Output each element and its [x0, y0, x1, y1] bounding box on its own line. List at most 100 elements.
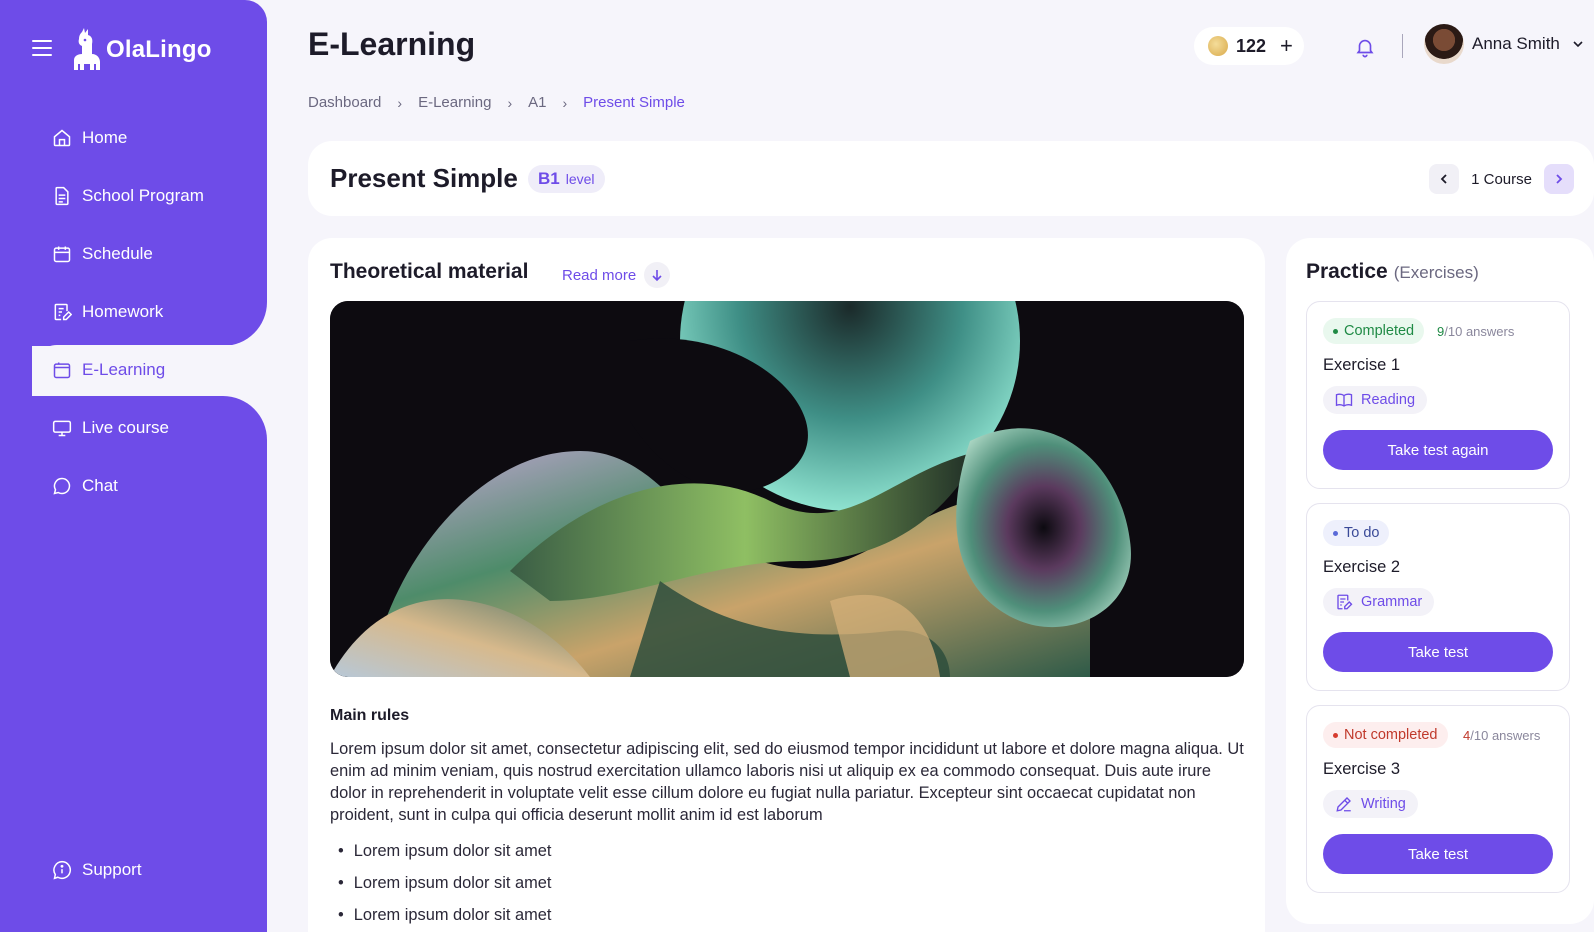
answers-count: 4/10 answers — [1463, 728, 1540, 743]
take-test-again-button[interactable]: Take test again — [1323, 430, 1553, 470]
coins-balance: 122 + — [1194, 27, 1304, 65]
course-pager: 1 Course — [1429, 164, 1574, 194]
take-test-button[interactable]: Take test — [1323, 632, 1553, 672]
theory-paragraph: Lorem ipsum dolor sit amet, consectetur … — [330, 740, 1244, 824]
status-label: Not completed — [1344, 727, 1438, 743]
homework-icon — [54, 303, 72, 321]
sidebar-item-school-program[interactable]: School Program — [32, 171, 267, 221]
answers-total: /10 — [1470, 728, 1489, 743]
abstract-shape-illustration — [330, 301, 1244, 677]
list-item: Lorem ipsum dolor sit amet — [330, 899, 552, 931]
coins-count: 122 — [1236, 35, 1267, 56]
practice-title-text: Practice — [1306, 260, 1388, 283]
home-icon — [53, 129, 71, 147]
bell-icon[interactable] — [1354, 36, 1376, 58]
logo[interactable]: OlaLingo — [72, 28, 212, 72]
user-name: Anna Smith — [1472, 34, 1560, 53]
logo-text: OlaLingo — [106, 36, 212, 63]
read-more-link[interactable]: Read more — [562, 262, 671, 288]
header-divider — [1402, 34, 1403, 58]
sidebar-item-chat[interactable]: Chat — [32, 461, 267, 511]
monitor-icon — [52, 420, 72, 437]
support-label: Support — [82, 860, 142, 879]
chat-icon — [53, 477, 71, 495]
menu-icon[interactable] — [32, 40, 52, 56]
status-dot-icon — [1333, 530, 1338, 536]
llama-icon — [74, 28, 100, 70]
coin-icon — [1208, 36, 1228, 56]
sidebar-item-schedule[interactable]: Schedule — [32, 229, 267, 279]
chevron-right-icon: › — [397, 94, 403, 111]
sidebar-item-label: Home — [82, 128, 128, 147]
level-code: B1 — [538, 169, 560, 188]
arrow-down-icon — [644, 262, 671, 288]
theory-card: Theoretical material Read more Main rule… — [308, 238, 1265, 932]
sidebar: OlaLingo Home School Program Schedule Ho… — [0, 0, 267, 932]
status-dot-icon — [1333, 328, 1338, 334]
sidebar-item-support[interactable]: Support — [52, 860, 142, 880]
answers-count: 9/10 answers — [1437, 324, 1514, 339]
chevron-left-icon — [1440, 174, 1447, 184]
skill-tag: Reading — [1323, 386, 1428, 414]
skill-tag: Writing — [1323, 790, 1418, 818]
exercise-card: To do Exercise 2 Grammar Take test — [1306, 503, 1570, 691]
sidebar-item-homework[interactable]: Homework — [32, 287, 267, 337]
next-course-button[interactable] — [1544, 164, 1574, 194]
skill-tag: Grammar — [1323, 588, 1435, 616]
sidebar-connector — [0, 346, 32, 396]
grammar-icon — [1337, 594, 1353, 610]
list-item: Lorem ipsum dolor sit amet — [330, 867, 552, 899]
status-label: Completed — [1344, 323, 1415, 339]
list-item: Lorem ipsum dolor sit amet — [330, 835, 552, 867]
skill-label: Writing — [1361, 796, 1406, 812]
course-label: 1 Course — [1471, 170, 1532, 188]
pen-icon — [1336, 797, 1351, 812]
skill-label: Grammar — [1361, 594, 1423, 610]
chevron-right-icon: › — [562, 94, 568, 111]
level-badge: B1 level — [528, 165, 605, 193]
theory-title: Theoretical material — [330, 260, 529, 283]
breadcrumb-dashboard[interactable]: Dashboard — [308, 94, 381, 111]
sidebar-nav: Home School Program Schedule Homework E-… — [32, 113, 267, 519]
rules-list: Lorem ipsum dolor sit amet Lorem ipsum d… — [330, 835, 552, 931]
sidebar-item-label: School Program — [82, 186, 204, 205]
sidebar-item-e-learning[interactable]: E-Learning — [32, 345, 267, 395]
status-badge: Not completed — [1323, 722, 1448, 748]
exercise-card: Not completed 4/10 answers Exercise 3 Wr… — [1306, 705, 1570, 893]
answers-word: answers — [1491, 728, 1541, 743]
answers-word: answers — [1465, 324, 1515, 339]
answers-total: /10 — [1444, 324, 1463, 339]
breadcrumb-a1[interactable]: A1 — [528, 94, 546, 111]
breadcrumb-e-learning[interactable]: E-Learning — [418, 94, 491, 111]
take-test-button[interactable]: Take test — [1323, 834, 1553, 874]
chevron-right-icon: › — [507, 94, 513, 111]
breadcrumb-current: Present Simple — [583, 94, 685, 111]
chevron-down-icon — [1573, 41, 1583, 48]
add-coins-button[interactable]: + — [1280, 33, 1293, 59]
sidebar-item-live-course[interactable]: Live course — [32, 403, 267, 453]
status-dot-icon — [1333, 732, 1338, 738]
sidebar-item-home[interactable]: Home — [32, 113, 267, 163]
practice-card: Practice (Exercises) Completed 9/10 answe… — [1286, 238, 1594, 924]
document-icon — [55, 186, 69, 206]
read-more-label: Read more — [562, 266, 637, 284]
exercise-name: Exercise 2 — [1323, 558, 1401, 576]
skill-label: Reading — [1361, 392, 1416, 408]
section-heading: Main rules — [330, 707, 410, 724]
previous-course-button[interactable] — [1429, 164, 1460, 194]
sidebar-item-label: E-Learning — [82, 360, 166, 379]
exercise-name: Exercise 3 — [1323, 760, 1401, 778]
chevron-right-icon — [1556, 174, 1563, 184]
lesson-hero-image — [330, 301, 1244, 677]
sidebar-item-label: Chat — [82, 476, 118, 495]
status-label: To do — [1344, 525, 1380, 541]
sidebar-item-label: Schedule — [82, 244, 153, 263]
exercise-name: Exercise 1 — [1323, 356, 1401, 374]
folder-icon — [53, 362, 71, 379]
status-badge: Completed — [1323, 318, 1425, 344]
practice-subtitle: (Exercises) — [1393, 263, 1479, 282]
info-icon — [53, 860, 71, 880]
user-menu[interactable]: Anna Smith — [1424, 24, 1584, 64]
breadcrumb: Dashboard › E-Learning › A1 › Present Si… — [308, 94, 685, 111]
sidebar-item-label: Live course — [82, 418, 169, 437]
